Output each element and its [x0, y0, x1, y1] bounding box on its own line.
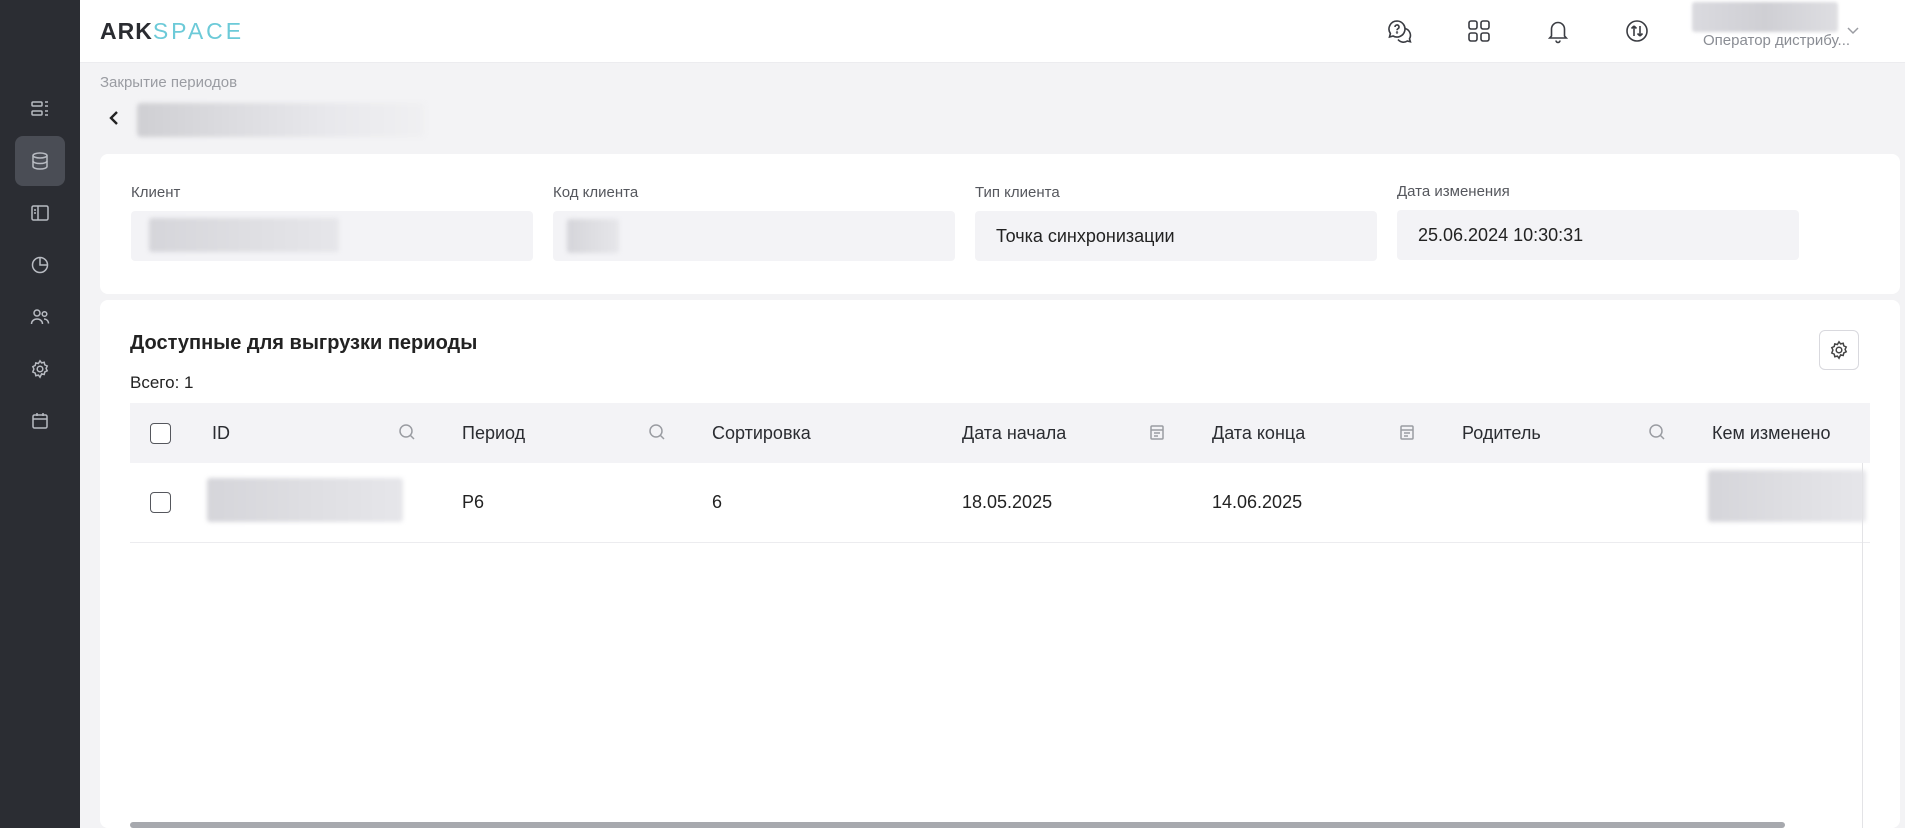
layout-icon — [31, 205, 49, 221]
sidebar-item-layout[interactable] — [15, 188, 65, 238]
calendar-icon — [32, 413, 48, 429]
table-row[interactable]: P6 6 18.05.2025 14.06.2025 — [130, 463, 1870, 543]
grid-icon — [1468, 20, 1490, 42]
parent-search-button[interactable] — [1648, 423, 1668, 443]
column-header-id[interactable]: ID — [212, 403, 230, 463]
start-date-filter-button[interactable] — [1148, 423, 1168, 443]
chevron-down-icon — [1847, 27, 1859, 35]
chevron-left-icon — [109, 111, 118, 125]
row-id-blurred — [207, 478, 403, 522]
sidebar-item-calendar[interactable] — [15, 396, 65, 446]
select-all-cell — [150, 403, 171, 463]
calendar-icon — [1400, 425, 1414, 440]
column-header-parent[interactable]: Родитель — [1462, 403, 1541, 463]
sidebar-item-reports[interactable] — [15, 240, 65, 290]
client-label: Клиент — [131, 184, 181, 201]
support-chat-button[interactable] — [1383, 14, 1417, 48]
select-all-checkbox[interactable] — [150, 422, 171, 444]
client-value-blurred — [149, 218, 339, 252]
client-code-field: Код клиента — [553, 184, 955, 261]
user-role[interactable]: Оператор дистрибу... — [1703, 32, 1853, 49]
client-code-value-box — [553, 211, 955, 261]
calendar-icon — [1150, 425, 1164, 440]
table-header-row: ID Период Сортировка Дата начала Дата ко… — [130, 403, 1870, 463]
row-changed-by-blurred — [1708, 470, 1866, 522]
column-header-end-date[interactable]: Дата конца — [1212, 403, 1305, 463]
top-header: ARKSPACE Оператор дистрибу... — [80, 0, 1905, 63]
table-total-count: Всего: 1 — [130, 373, 194, 392]
list-icon — [31, 101, 48, 116]
row-period: P6 — [462, 492, 485, 512]
changed-date-value: 25.06.2024 10:30:31 — [1397, 210, 1799, 260]
period-search-button[interactable] — [648, 423, 668, 443]
table-title: Доступные для выгрузки периоды — [130, 332, 478, 354]
id-search-button[interactable] — [398, 423, 418, 443]
client-type-field: Тип клиента Точка синхронизации — [975, 184, 1377, 261]
pie-chart-icon — [31, 256, 49, 274]
notifications-button[interactable] — [1541, 14, 1575, 48]
client-field: Клиент — [131, 184, 533, 261]
column-header-changed-by[interactable]: Кем изменено — [1712, 403, 1830, 463]
sync-arrows-icon — [1626, 20, 1648, 42]
client-code-label: Код клиента — [553, 184, 639, 201]
row-end-date: 14.06.2025 — [1212, 492, 1303, 512]
apps-button[interactable] — [1462, 14, 1496, 48]
logo-ark-text: ARK — [100, 18, 153, 44]
search-icon — [399, 424, 415, 440]
sidebar — [0, 0, 80, 828]
changed-date-field: Дата изменения 25.06.2024 10:30:31 — [1397, 183, 1799, 260]
client-type-value: Точка синхронизации — [975, 211, 1377, 261]
client-code-value-blurred — [567, 219, 619, 253]
column-header-start-date[interactable]: Дата начала — [962, 403, 1066, 463]
page-title-blurred — [137, 103, 425, 137]
users-icon — [30, 309, 50, 325]
bell-icon — [1547, 21, 1569, 44]
sidebar-item-database[interactable] — [15, 136, 65, 186]
table-settings-button[interactable] — [1819, 330, 1859, 370]
back-button[interactable] — [105, 105, 127, 131]
table-right-edge — [1862, 463, 1863, 828]
horizontal-scrollbar[interactable] — [130, 822, 1785, 828]
changed-date-label: Дата изменения — [1397, 183, 1510, 200]
sidebar-item-users[interactable] — [15, 292, 65, 342]
search-icon — [649, 424, 665, 440]
sidebar-item-settings[interactable] — [15, 344, 65, 394]
gear-icon — [1830, 340, 1848, 360]
row-start-date: 18.05.2025 — [962, 492, 1053, 512]
gear-icon — [31, 359, 49, 379]
periods-table-card: Доступные для выгрузки периоды Всего: 1 … — [100, 300, 1900, 828]
row-select-cell — [150, 463, 171, 542]
row-checkbox[interactable] — [150, 492, 171, 513]
chat-question-icon — [1388, 20, 1412, 43]
logo-space-text: SPACE — [152, 18, 245, 44]
database-icon — [32, 152, 48, 170]
user-name-blurred[interactable] — [1692, 2, 1838, 32]
app-logo[interactable]: ARKSPACE — [100, 18, 244, 45]
user-menu-chevron[interactable] — [1845, 22, 1863, 40]
column-header-period[interactable]: Период — [462, 403, 525, 463]
client-value-box — [131, 211, 533, 261]
client-info-card: Клиент Код клиента Тип клиента Точка син… — [100, 154, 1900, 294]
client-type-label: Тип клиента — [975, 184, 1060, 201]
sync-button[interactable] — [1620, 14, 1654, 48]
row-sort: 6 — [712, 492, 723, 512]
search-icon — [1649, 424, 1665, 440]
sidebar-item-list[interactable] — [15, 84, 65, 134]
breadcrumb[interactable]: Закрытие периодов — [100, 74, 237, 91]
column-header-sort[interactable]: Сортировка — [712, 403, 811, 463]
end-date-filter-button[interactable] — [1398, 423, 1418, 443]
